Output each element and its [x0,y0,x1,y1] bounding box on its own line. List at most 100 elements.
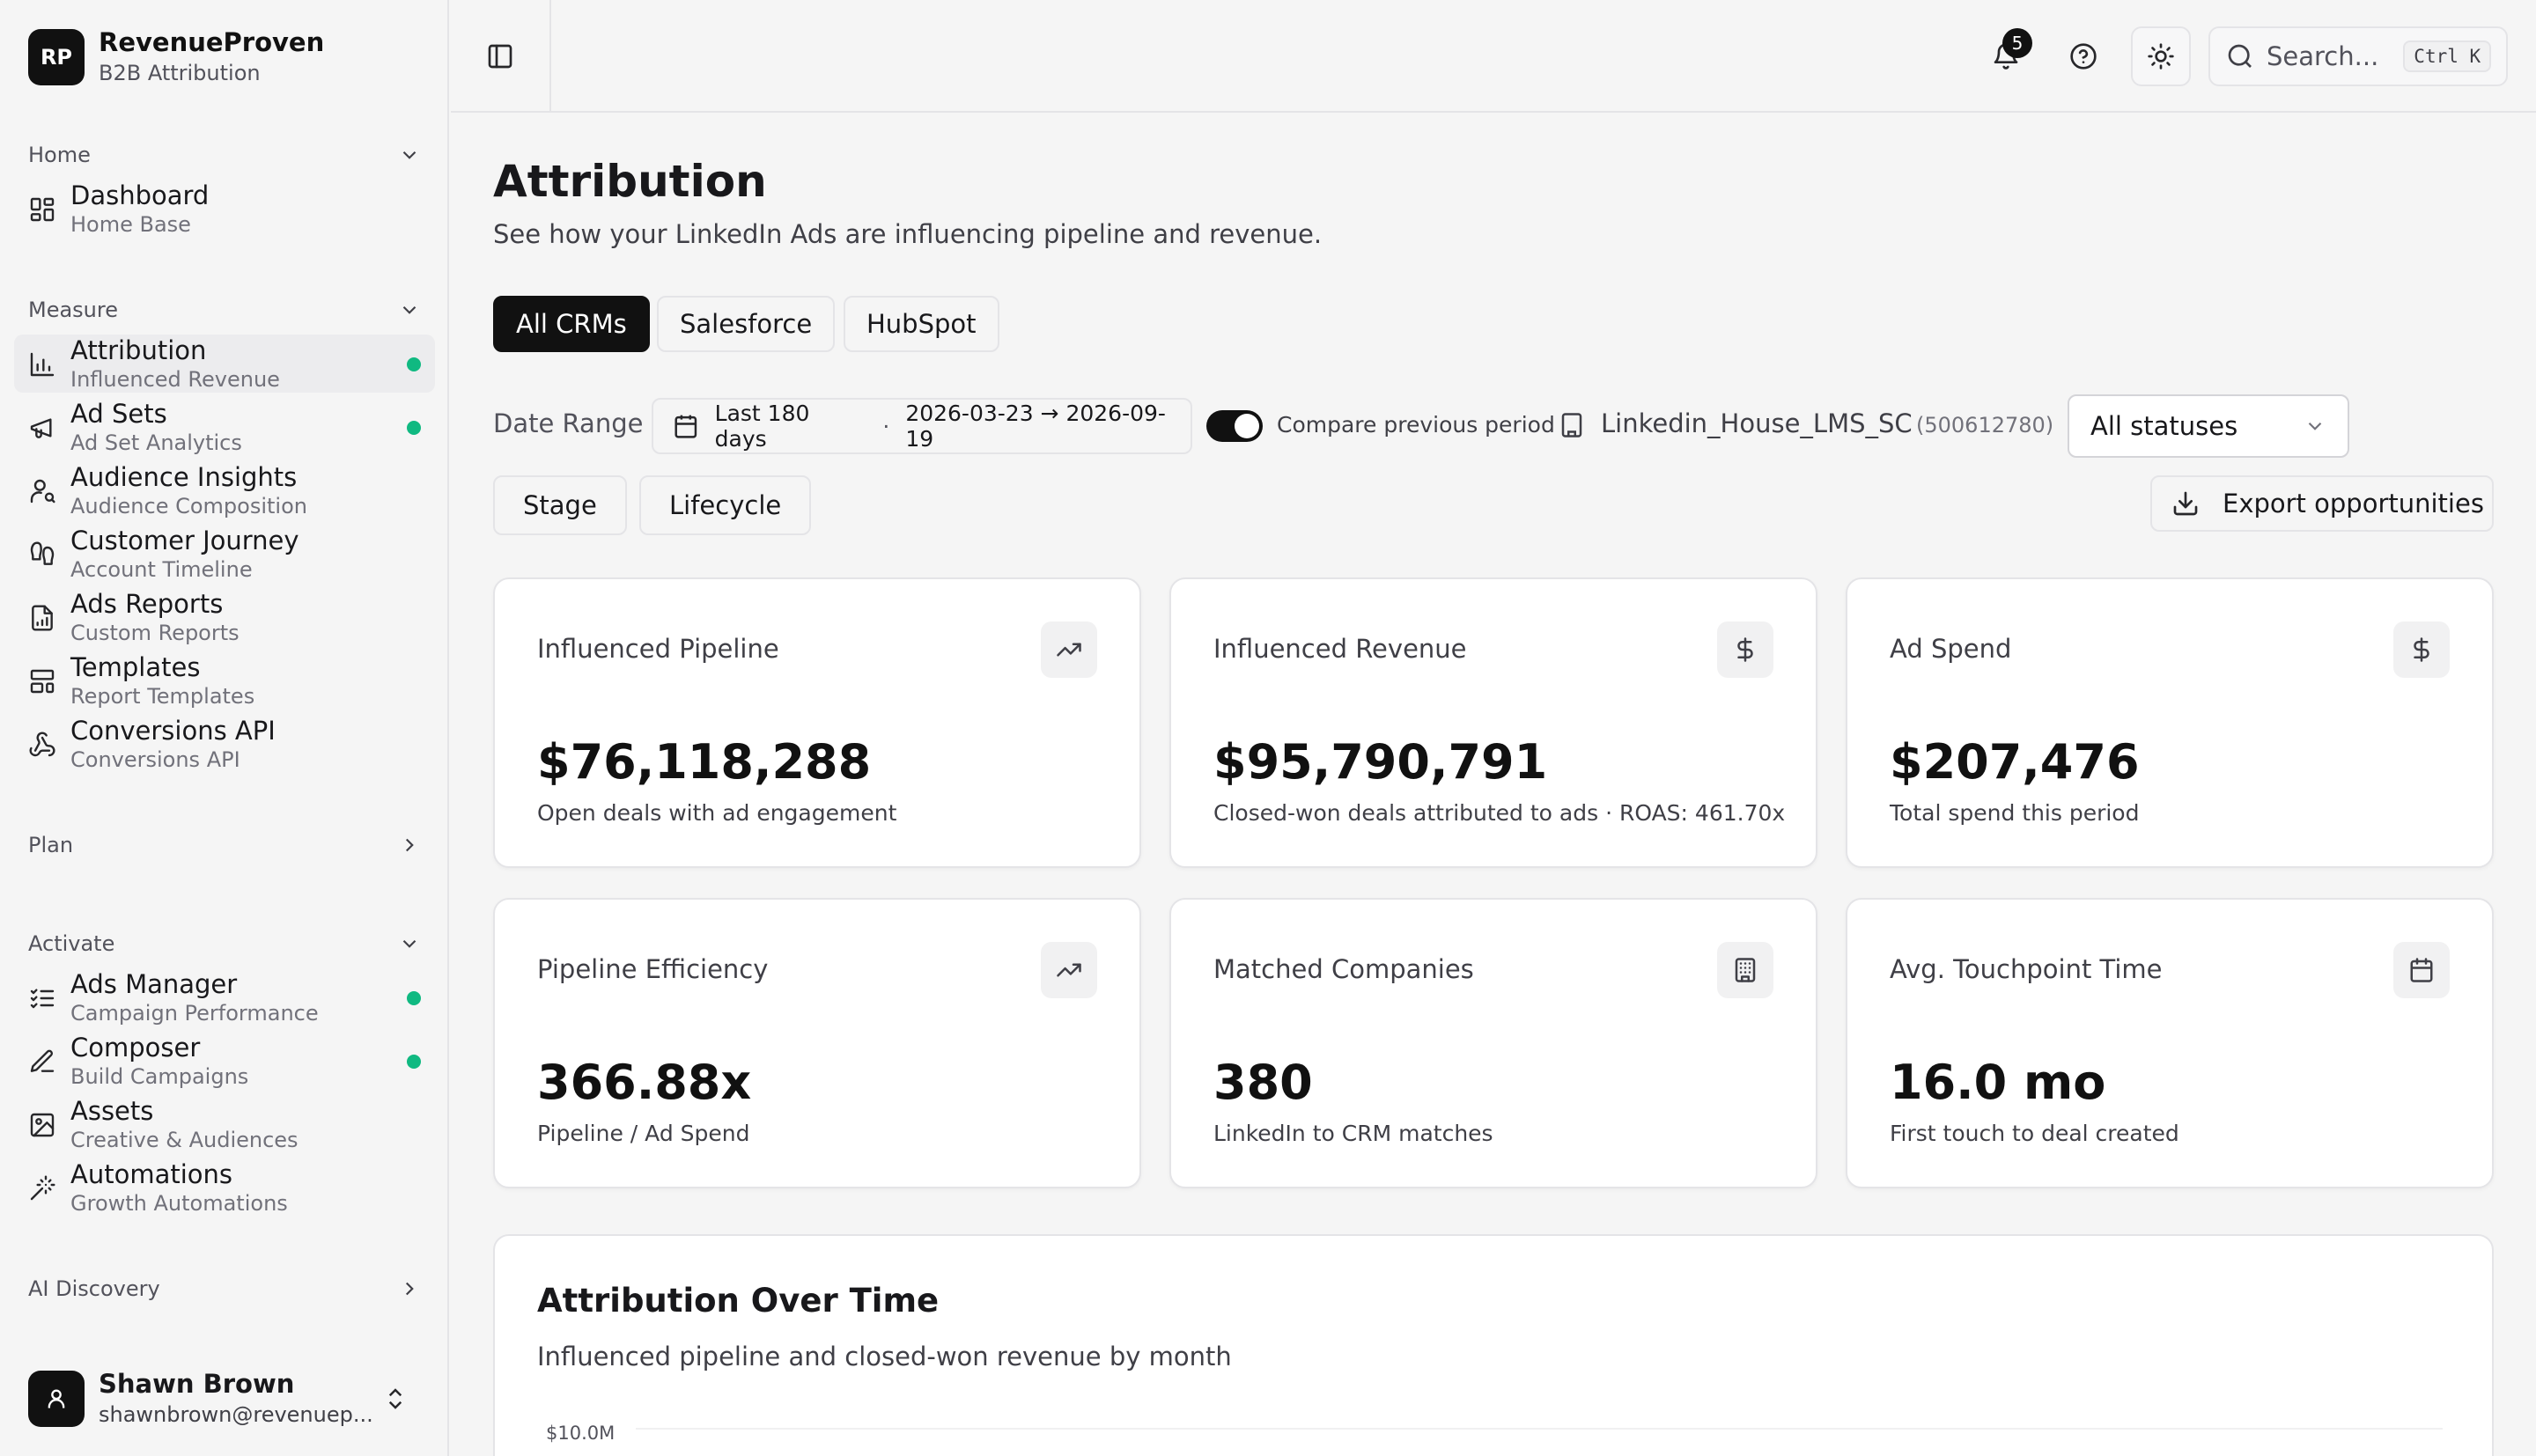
help-button[interactable] [2053,26,2113,86]
sidebar-item-conversions-api[interactable]: Conversions API Conversions API [14,715,435,773]
group-home[interactable]: Home [28,137,421,173]
sidebar-item-automations[interactable]: Automations Growth Automations [14,1158,435,1217]
sidebar-item-label: Templates [70,652,201,682]
list-checks-icon [28,984,56,1012]
sidebar-item-sublabel: Account Timeline [70,557,253,582]
toggle-sidebar-button[interactable] [451,0,551,113]
sidebar-item-label: Ads Manager [70,969,238,999]
search-placeholder: Search... [2267,41,2379,71]
group-activate-label: Activate [28,931,115,956]
group-ai-discovery-label: AI Discovery [28,1276,160,1301]
brand-subtitle: B2B Attribution [99,61,261,85]
notification-count-badge: 5 [2002,28,2032,58]
sidebar-item-sublabel: Audience Composition [70,494,307,518]
kpi-value: 366.88x [537,1055,752,1110]
status-dot [407,1055,421,1069]
kpi-card-ad-spend: Ad Spend $207,476 Total spend this perio… [1846,577,2494,868]
panel-left-icon [488,44,512,69]
group-plan[interactable]: Plan [28,827,421,863]
sidebar-item-audience-insights[interactable]: Audience Insights Audience Composition [14,461,435,519]
kpi-title: Matched Companies [1213,954,1474,984]
sidebar-item-sublabel: Growth Automations [70,1191,288,1216]
sidebar-item-attribution[interactable]: Attribution Influenced Revenue [14,335,435,393]
sidebar-item-composer[interactable]: Composer Build Campaigns [14,1032,435,1090]
file-chart-icon [28,604,56,632]
calendar-icon [2393,942,2450,998]
kpi-card-influenced-pipeline: Influenced Pipeline $76,118,288 Open dea… [493,577,1141,868]
user-icon [48,1389,65,1408]
group-measure[interactable]: Measure [28,292,421,327]
stage-filter-button[interactable]: Stage [493,475,627,535]
lifecycle-filter-button[interactable]: Lifecycle [639,475,812,535]
sidebar-item-assets[interactable]: Assets Creative & Audiences [14,1095,435,1153]
search-shortcut: Ctrl K [2403,40,2492,72]
compare-toggle[interactable] [1206,410,1263,442]
group-activate[interactable]: Activate [28,926,421,961]
tab-salesforce[interactable]: Salesforce [657,296,836,352]
sidebar-item-sublabel: Conversions API [70,747,240,772]
sidebar-item-templates[interactable]: Templates Report Templates [14,651,435,710]
tab-all-crms[interactable]: All CRMs [493,296,650,352]
sidebar-item-dashboard[interactable]: Dashboard Home Base [14,180,435,238]
tab-hubspot[interactable]: HubSpot [844,296,999,352]
compare-label: Compare previous period [1277,412,1555,438]
chart-gridline [636,1428,2443,1430]
status-dot [407,421,421,435]
status-dot [407,357,421,371]
kpi-note: Total spend this period [1890,800,2140,826]
y-axis-tick: $10.0M [546,1423,616,1444]
sidebar-item-sublabel: Creative & Audiences [70,1128,299,1152]
kpi-title: Ad Spend [1890,634,2012,664]
theme-toggle-button[interactable] [2131,26,2191,86]
notifications-button[interactable]: 5 [1976,26,2036,86]
kpi-note: LinkedIn to CRM matches [1213,1121,1493,1146]
date-range-label: Date Range [493,408,644,438]
kpi-note: Closed-won deals attributed to ads · ROA… [1213,800,1786,826]
status-select[interactable]: All statuses [2068,394,2349,458]
sidebar-item-ads-reports[interactable]: Ads Reports Custom Reports [14,588,435,646]
brand[interactable]: RP RevenueProven B2B Attribution [28,26,324,88]
pen-icon [28,1048,56,1076]
calendar-icon [675,415,697,438]
trending-up-icon [1041,942,1097,998]
date-preset: Last 180 days [714,401,810,452]
sidebar-item-label: Attribution [70,335,207,365]
kpi-note: Open deals with ad engagement [537,800,897,826]
webhook-icon [28,731,56,759]
sidebar-item-ad-sets[interactable]: Ad Sets Ad Set Analytics [14,398,435,456]
chevron-right-icon [405,838,414,852]
sidebar-item-sublabel: Ad Set Analytics [70,430,242,455]
footprints-icon [28,540,56,569]
sun-icon [2148,43,2174,70]
kpi-title: Avg. Touchpoint Time [1890,954,2163,984]
avatar [28,1371,85,1427]
date-range-picker[interactable]: Last 180 days · 2026-03-23 → 2026-09-19 [652,398,1192,454]
user-email: shawnbrown@revenuep... [99,1402,373,1427]
group-plan-label: Plan [28,833,74,857]
sidebar-item-ads-manager[interactable]: Ads Manager Campaign Performance [14,968,435,1026]
sidebar-item-sublabel: Influenced Revenue [70,367,280,392]
ad-account-name[interactable]: Linkedin_House_LMS_SC [1601,408,1913,438]
sidebar: RP RevenueProven B2B Attribution Home Da… [0,0,449,1456]
download-icon [2173,491,2198,516]
sidebar-item-label: Customer Journey [70,526,299,555]
building-icon [1559,412,1585,438]
layout-template-icon [28,667,56,695]
export-opportunities-button[interactable]: Export opportunities [2150,475,2494,532]
sidebar-item-customer-journey[interactable]: Customer Journey Account Timeline [14,525,435,583]
user-menu[interactable]: Shawn Brown shawnbrown@revenuep... [28,1368,421,1430]
user-name: Shawn Brown [99,1369,295,1399]
kpi-value: 16.0 mo [1890,1055,2106,1110]
search-icon [2228,44,2252,68]
kpi-note: First touch to deal created [1890,1121,2179,1146]
image-icon [28,1111,56,1139]
status-dot [407,991,421,1005]
kpi-card-matched-companies: Matched Companies 380 LinkedIn to CRM ma… [1169,898,1817,1188]
building-icon [1717,942,1773,998]
grid-icon [28,195,56,224]
search-input[interactable]: Search... Ctrl K [2208,26,2508,86]
chevron-right-icon [405,1282,414,1296]
chevrons-up-down-icon [382,1386,409,1412]
sidebar-item-sublabel: Custom Reports [70,621,240,645]
group-ai-discovery[interactable]: AI Discovery [28,1271,421,1306]
